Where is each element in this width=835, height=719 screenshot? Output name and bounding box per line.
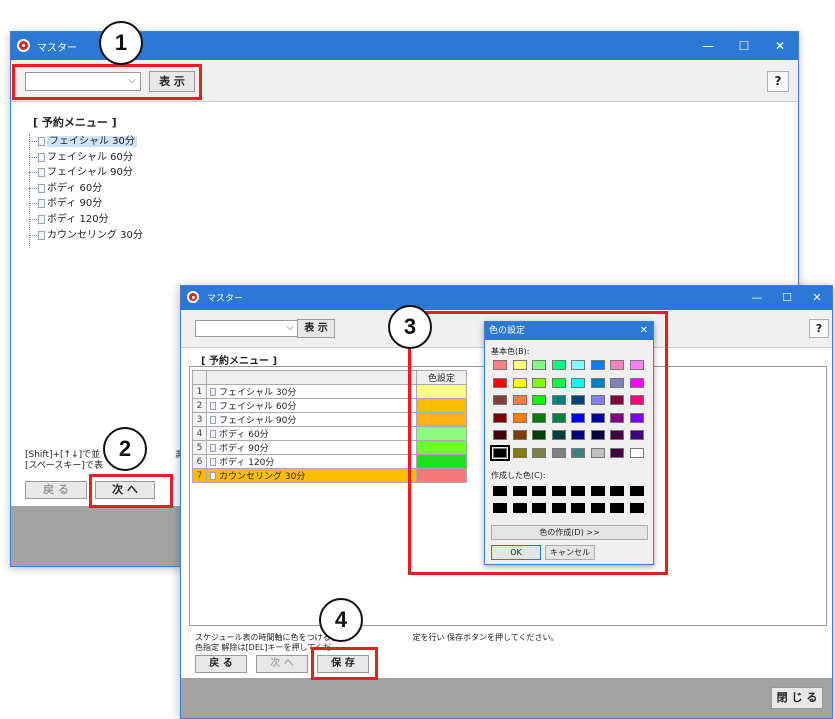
grid-header-name	[206, 370, 417, 385]
callout-box-1	[12, 64, 202, 100]
callout-badge-1: 1	[99, 21, 143, 65]
footer-bar: 閉 じ る	[181, 678, 832, 718]
document-icon	[38, 152, 45, 162]
callout-box-3	[408, 311, 668, 575]
close-button[interactable]: 閉 じ る	[771, 687, 823, 709]
panel-title: [ 予約メニュー ]	[201, 356, 278, 367]
app-icon	[17, 39, 30, 52]
document-icon	[38, 137, 45, 146]
tree-item[interactable]: フェイシャル 60分	[25, 150, 205, 166]
document-icon	[38, 230, 45, 240]
help-button[interactable]: ?	[809, 319, 829, 338]
maximize-icon[interactable]: ☐	[726, 32, 762, 60]
document-icon	[210, 388, 216, 396]
callout-badge-2: 2	[103, 427, 147, 471]
show-button[interactable]: 表 示	[297, 319, 335, 338]
document-icon	[210, 444, 216, 452]
tree-item[interactable]: カウンセリング 30分	[25, 228, 205, 244]
minimize-icon[interactable]: —	[690, 32, 726, 60]
document-icon	[38, 183, 45, 193]
document-icon	[210, 458, 216, 466]
document-icon	[210, 402, 216, 410]
document-icon	[38, 214, 45, 224]
next-button[interactable]: 次 へ	[256, 655, 308, 673]
tree-item[interactable]: フェイシャル 90分	[25, 165, 205, 181]
app-icon	[187, 291, 199, 303]
menu-tree: フェイシャル 30分 フェイシャル 60分 フェイシャル 90分 ボディ 60分…	[25, 134, 205, 248]
window-title: マスター	[207, 294, 244, 304]
document-icon	[210, 430, 216, 438]
chevron-down-icon: ⌵	[286, 322, 294, 333]
menu-select[interactable]: ⌵	[195, 320, 299, 337]
document-icon	[38, 168, 45, 178]
tree-item[interactable]: ボディ 90分	[25, 196, 205, 212]
tree-item[interactable]: ボディ 120分	[25, 212, 205, 228]
document-icon	[38, 199, 45, 209]
document-icon	[210, 416, 216, 424]
window-title: マスター	[37, 43, 77, 54]
minimize-icon[interactable]: —	[742, 286, 772, 310]
panel-title: [ 予約メニュー ]	[33, 116, 117, 129]
callout-box-2	[89, 474, 173, 508]
close-icon[interactable]: ✕	[762, 32, 798, 60]
back-button[interactable]: 戻 る	[25, 481, 87, 499]
back-button[interactable]: 戻 る	[195, 655, 247, 673]
grid-corner	[192, 370, 207, 385]
title-bar: マスター — ☐ ✕	[181, 286, 832, 310]
tree-item[interactable]: ボディ 60分	[25, 181, 205, 197]
close-icon[interactable]: ✕	[802, 286, 832, 310]
document-icon	[210, 472, 216, 480]
help-button[interactable]: ?	[767, 71, 789, 92]
maximize-icon[interactable]: ☐	[772, 286, 802, 310]
callout-badge-3: 3	[388, 305, 432, 349]
callout-box-4	[311, 647, 378, 680]
tree-item[interactable]: フェイシャル 30分	[25, 134, 205, 150]
callout-badge-4: 4	[319, 598, 363, 642]
